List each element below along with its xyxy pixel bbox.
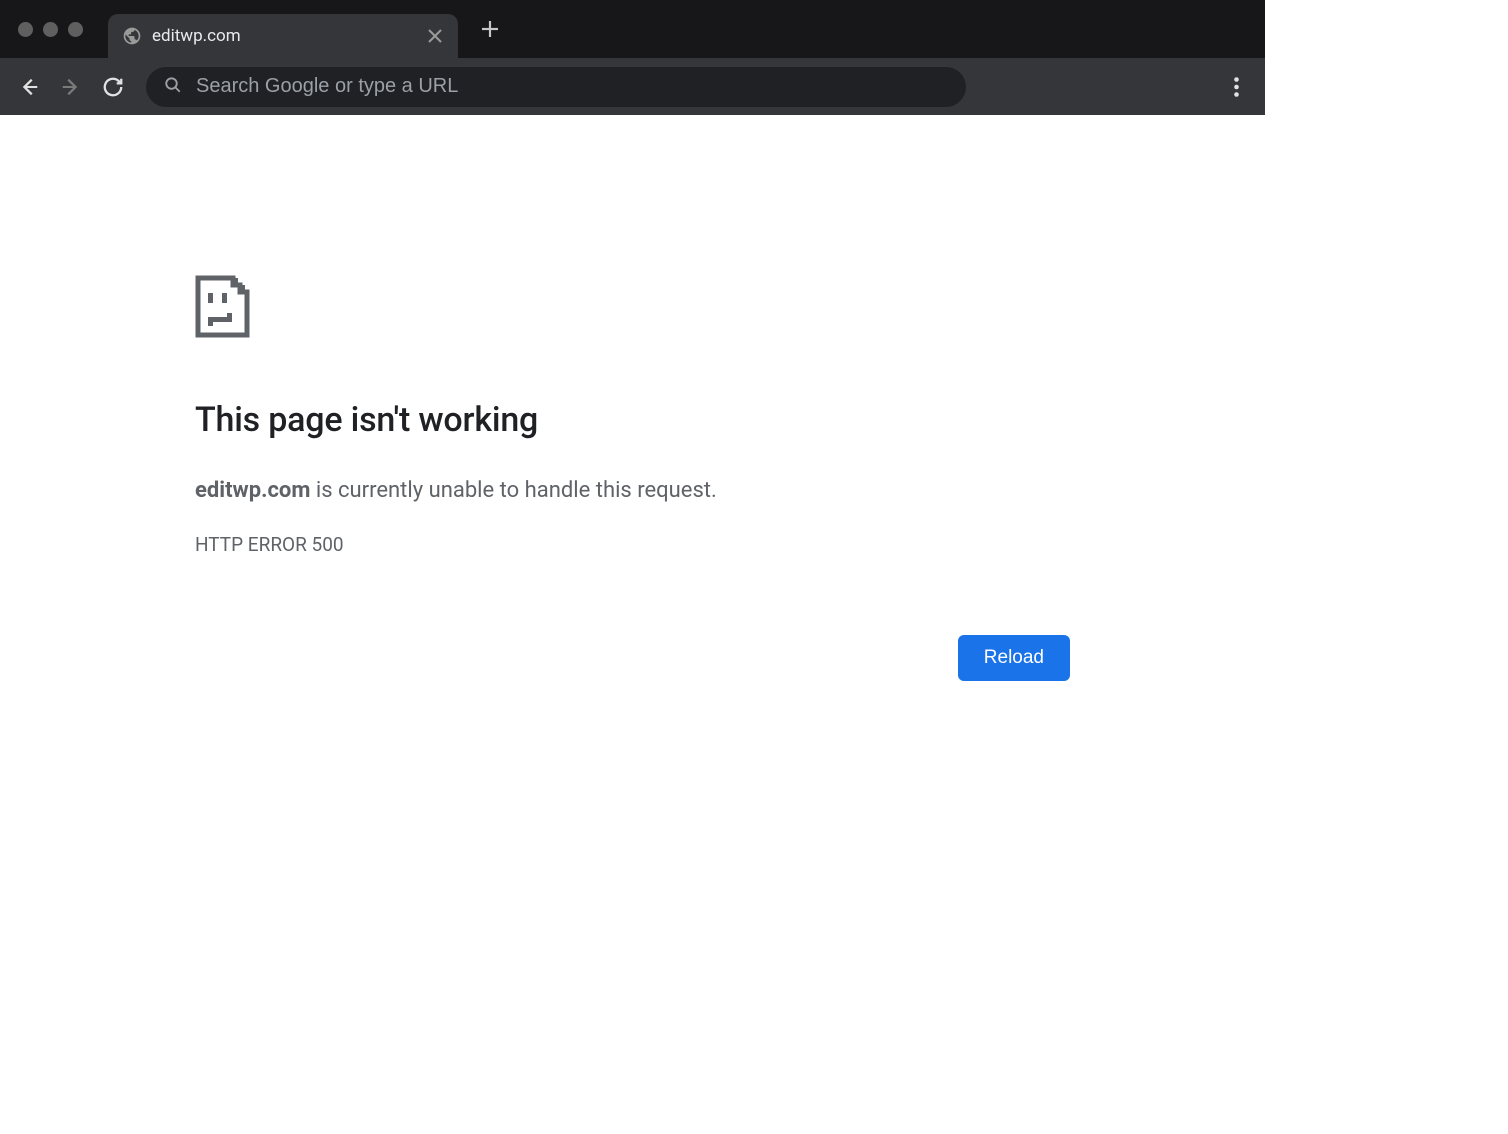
reload-button[interactable]: Reload bbox=[958, 635, 1070, 681]
new-tab-button[interactable] bbox=[472, 11, 508, 47]
error-domain: editwp.com bbox=[195, 478, 310, 503]
tab-strip: editwp.com bbox=[0, 0, 1265, 58]
address-input[interactable] bbox=[196, 75, 948, 98]
search-icon bbox=[164, 76, 182, 98]
back-button[interactable] bbox=[10, 68, 48, 106]
address-bar[interactable] bbox=[146, 67, 966, 107]
error-title: This page isn't working bbox=[195, 400, 1075, 440]
window-controls bbox=[8, 22, 93, 37]
window-minimize-button[interactable] bbox=[43, 22, 58, 37]
browser-chrome: editwp.com bbox=[0, 0, 1265, 115]
globe-icon bbox=[122, 26, 142, 46]
error-code: HTTP ERROR 500 bbox=[195, 533, 1075, 556]
error-message-suffix: is currently unable to handle this reque… bbox=[310, 478, 716, 503]
tab-title: editwp.com bbox=[152, 26, 416, 46]
reload-nav-button[interactable] bbox=[94, 68, 132, 106]
browser-menu-button[interactable] bbox=[1217, 68, 1255, 106]
window-close-button[interactable] bbox=[18, 22, 33, 37]
tab-close-button[interactable] bbox=[426, 27, 444, 45]
error-container: This page isn't working editwp.com is cu… bbox=[195, 275, 1075, 556]
forward-button[interactable] bbox=[52, 68, 90, 106]
browser-toolbar bbox=[0, 58, 1265, 115]
window-maximize-button[interactable] bbox=[68, 22, 83, 37]
page-content: This page isn't working editwp.com is cu… bbox=[0, 115, 1265, 950]
error-message: editwp.com is currently unable to handle… bbox=[195, 478, 1075, 503]
sad-page-icon bbox=[195, 275, 1075, 342]
browser-tab[interactable]: editwp.com bbox=[108, 14, 458, 58]
